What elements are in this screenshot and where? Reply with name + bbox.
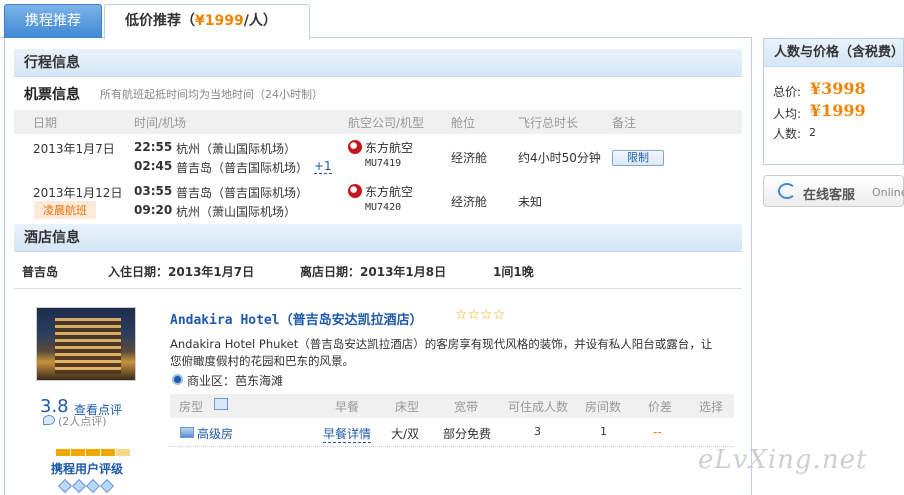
header-time-airport: 时间/机场	[134, 116, 187, 130]
room-header-bed: 床型	[395, 400, 420, 414]
flight1-flight-no: MU7419	[365, 158, 402, 169]
diamond-icon	[71, 478, 87, 494]
hotel-photo[interactable]	[36, 307, 136, 381]
room-count: 1	[600, 425, 607, 438]
comment-icon	[43, 415, 55, 425]
headset-icon	[778, 183, 796, 199]
tab-low-price-label: 低价推荐（	[125, 13, 195, 29]
flight1-plus-day[interactable]: +1	[314, 159, 332, 174]
checkout-row: 离店日期：2013年1月8日	[300, 263, 446, 280]
flight1-dep-airport: 杭州（萧山国际机场）	[176, 142, 297, 156]
checkin-date: 2013年1月7日	[168, 265, 255, 279]
header-cabin: 舱位	[451, 116, 476, 130]
checkin-label: 入住日期：	[108, 265, 169, 279]
room-header-select: 选择	[699, 400, 724, 414]
hotel-city: 普吉岛	[22, 265, 59, 279]
online-service-label: 在线客服	[803, 188, 856, 203]
room-row-divider	[170, 446, 734, 447]
flight2-duration: 未知	[518, 195, 543, 209]
flight2-cabin: 经济舱	[451, 195, 488, 209]
header-airline: 航空公司/机型	[348, 116, 425, 130]
diamond-icon	[99, 478, 115, 494]
checkin-row: 入住日期：2013年1月7日	[108, 263, 254, 280]
flight2-arr-time: 09:20	[134, 203, 173, 217]
diamond-icon	[57, 478, 73, 494]
room-header-breakfast: 早餐	[335, 400, 360, 414]
flight2-flight-no: MU7420	[365, 202, 402, 213]
flight2-arr-airport: 杭州（萧山国际机场）	[176, 205, 297, 219]
room-adults: 3	[534, 425, 541, 438]
flight1-cabin: 经济舱	[451, 151, 488, 165]
per-person-label: 人均:	[773, 107, 802, 121]
room-broadband: 部分免费	[443, 427, 492, 441]
checkout-label: 离店日期：	[300, 265, 361, 279]
flight1-airline: 东方航空	[365, 141, 414, 155]
room-header-rooms: 房间数	[585, 400, 622, 414]
restriction-button[interactable]: 限制	[612, 150, 664, 166]
itinerary-section-title: 行程信息	[14, 49, 742, 77]
flight-time-note: 所有航班起抵时间均为当地时间（24小时制）	[100, 88, 323, 101]
hotel-divider	[14, 288, 742, 289]
review-count: (2人点评)	[58, 415, 107, 428]
room-header-type: 房型	[179, 400, 204, 414]
people-count-value: 2	[809, 126, 816, 139]
people-count-label: 人数:	[773, 127, 802, 141]
price-panel-title: 人数与价格（含税费）	[764, 39, 904, 67]
china-eastern-logo-icon	[348, 184, 362, 198]
hotel-name-link[interactable]: Andakira Hotel（普吉岛安达凯拉酒店）	[170, 309, 423, 328]
flight1-arr-airport: 普吉岛（普吉国际机场）	[176, 161, 309, 175]
flight1-duration: 约4小时50分钟	[518, 151, 601, 165]
location-pin-icon	[172, 374, 183, 385]
tab-recommend[interactable]: 携程推荐	[4, 4, 102, 38]
hotel-district: 商业区：芭东海滩	[187, 374, 284, 388]
hotel-description-line2: 您俯瞰度假村的花园和巴东的风景。	[170, 354, 354, 368]
header-date: 日期	[33, 116, 58, 130]
total-price-value: ¥3998	[810, 79, 866, 98]
flight2-dep-airport: 普吉岛（普吉国际机场）	[176, 186, 309, 200]
flight2-airline: 东方航空	[365, 185, 414, 199]
watermark: eLvXing.net	[698, 445, 868, 475]
room-type-link[interactable]: 高级房	[197, 425, 233, 442]
user-rating-label: 携程用户评级	[51, 462, 124, 476]
early-flight-badge: 凌晨航班	[34, 201, 96, 219]
flight1-arr-time: 02:45	[134, 159, 173, 173]
flight2-date: 2013年1月12日	[33, 186, 123, 200]
china-eastern-logo-icon	[348, 140, 362, 154]
per-person-value: ¥1999	[810, 101, 866, 120]
online-service-label-en: Online	[872, 186, 904, 199]
flight2-dep-time: 03:55	[134, 184, 173, 198]
tab-low-price[interactable]: 低价推荐（¥1999/人）	[104, 4, 310, 39]
room-photo-icon[interactable]	[180, 427, 194, 438]
diamond-icon	[85, 478, 101, 494]
checkout-date: 2013年1月8日	[360, 265, 447, 279]
hotel-description-line1: Andakira Hotel Phuket（普吉岛安达凯拉酒店）的客房享有现代风…	[170, 337, 713, 351]
room-price-diff: --	[653, 425, 662, 439]
total-price-label: 总价:	[773, 85, 802, 99]
rating-bar	[56, 445, 131, 459]
breakfast-details-link[interactable]: 早餐详情	[323, 425, 372, 443]
room-header-adults: 可住成人数	[508, 400, 569, 414]
rooms-nights: 1间1晚	[493, 265, 534, 279]
flight1-date: 2013年1月7日	[33, 142, 115, 156]
room-bed-type: 大/双	[391, 427, 420, 441]
room-header-broadband: 宽带	[454, 400, 479, 414]
flight1-dep-time: 22:55	[134, 140, 173, 154]
diamond-rating	[57, 478, 115, 494]
room-header-diff: 价差	[648, 400, 673, 414]
hotel-star-rating: ☆☆☆☆	[455, 307, 506, 323]
tab-low-price-value: ¥1999	[195, 13, 244, 29]
flight-info-title: 机票信息	[24, 87, 80, 103]
tab-low-price-suffix: /人）	[243, 13, 277, 29]
monitor-icon	[214, 398, 228, 410]
header-duration: 飞行总时长	[518, 116, 579, 130]
hotel-section-title: 酒店信息	[14, 224, 742, 252]
header-remark: 备注	[612, 116, 637, 130]
